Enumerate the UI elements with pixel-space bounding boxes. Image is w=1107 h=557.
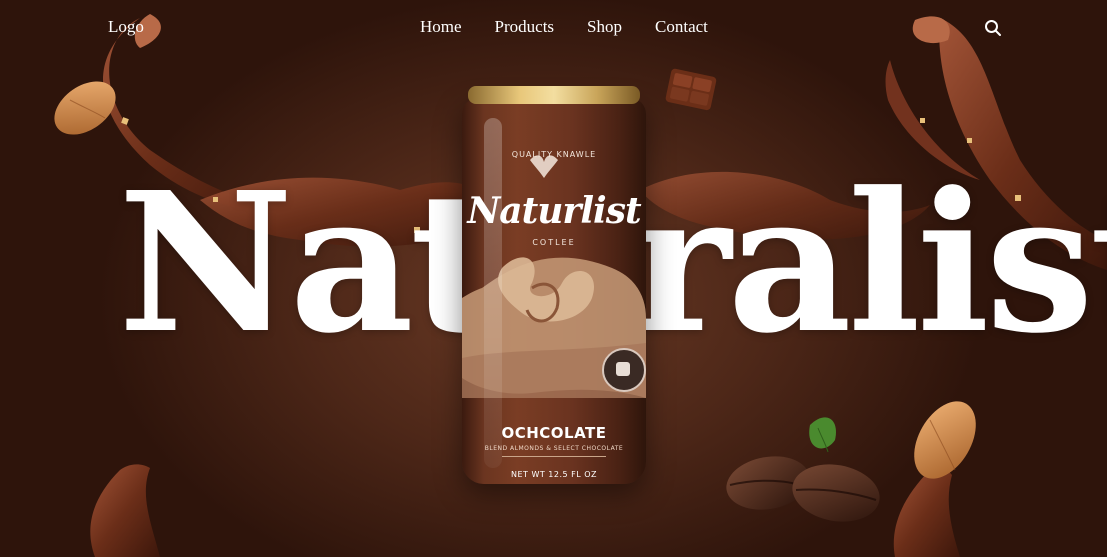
hero-section: Logo Home Products Shop Contact Naturali… <box>0 0 1107 557</box>
top-navigation: Logo Home Products Shop Contact <box>0 0 1107 58</box>
can-rim <box>468 86 640 104</box>
nav-item-shop[interactable]: Shop <box>587 17 622 37</box>
can-net-weight: NET WT 12.5 FL OZ <box>510 470 598 479</box>
can-flavor: OCHCOLATE <box>501 424 607 442</box>
nav-item-home[interactable]: Home <box>420 17 462 37</box>
can-description: BLEND ALMONDS & SELECT CHOCOLATE <box>484 445 624 452</box>
can-badge <box>602 348 646 392</box>
search-icon[interactable] <box>984 19 1002 37</box>
nav-menu: Home Products Shop Contact <box>420 17 708 37</box>
can-divider <box>502 456 606 457</box>
logo[interactable]: Logo <box>108 17 144 37</box>
can-top-text: QUALITY KNAWLE <box>511 150 597 159</box>
product-can-image: QUALITY KNAWLE Naturlist COTLEE OCHCOLAT… <box>462 86 646 486</box>
nav-item-products[interactable]: Products <box>495 17 555 37</box>
nav-item-contact[interactable]: Contact <box>655 17 708 37</box>
can-body: QUALITY KNAWLE Naturlist COTLEE OCHCOLAT… <box>462 98 646 484</box>
can-highlight <box>484 118 502 468</box>
can-subtitle: COTLEE <box>532 238 576 247</box>
can-brand: Naturlist <box>467 190 641 232</box>
